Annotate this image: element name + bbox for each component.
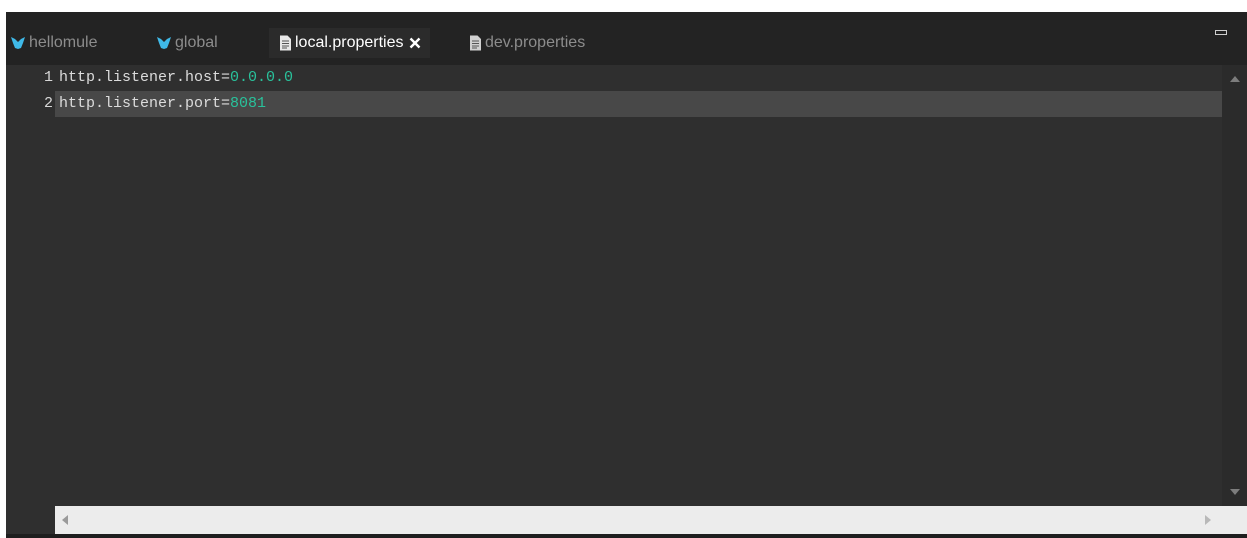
tab-global[interactable]: global (156, 28, 218, 58)
code-line-current[interactable]: http.listener.port=8081 (55, 91, 1222, 117)
tab-label: local.properties (295, 34, 404, 51)
code-line[interactable]: http.listener.host=0.0.0.0 (55, 65, 1222, 91)
minimize-icon[interactable] (1215, 30, 1227, 35)
equals-sign: = (221, 69, 231, 86)
tab-local-properties[interactable]: local.properties (269, 28, 430, 58)
code-editor[interactable]: http.listener.host=0.0.0.0 http.listener… (55, 65, 1222, 506)
mule-icon (156, 36, 172, 50)
line-number: 2 (43, 95, 53, 112)
horizontal-scrollbar[interactable] (55, 506, 1222, 534)
tab-dev-properties[interactable]: dev.properties (469, 28, 585, 58)
scroll-up-icon[interactable] (1230, 76, 1240, 82)
scroll-down-icon[interactable] (1230, 489, 1240, 495)
close-icon[interactable] (408, 36, 422, 50)
tab-label: global (175, 34, 218, 51)
editor-window: hellomule global local.properties dev.pr… (0, 0, 1247, 538)
tab-label: dev.properties (485, 34, 586, 51)
tab-label: hellomule (29, 34, 98, 51)
property-key: http.listener.port (59, 95, 222, 112)
tab-hellomule[interactable]: hellomule (10, 28, 97, 58)
scroll-right-icon[interactable] (1205, 515, 1211, 525)
line-number: 1 (43, 69, 53, 86)
file-icon (279, 35, 292, 51)
file-icon (469, 35, 482, 51)
mule-icon (10, 36, 26, 50)
gutter-footer (6, 506, 55, 534)
bottom-border (6, 534, 1247, 538)
line-number-gutter: 1 2 (6, 65, 55, 506)
scroll-left-icon[interactable] (62, 515, 68, 525)
property-value: 0.0.0.0 (230, 69, 294, 86)
property-key: http.listener.host (59, 69, 222, 86)
vertical-scrollbar[interactable] (1222, 65, 1247, 506)
property-value: 8081 (230, 95, 267, 112)
scrollbar-corner (1222, 506, 1247, 534)
equals-sign: = (221, 95, 231, 112)
tab-bar: hellomule global local.properties dev.pr… (6, 12, 1247, 65)
